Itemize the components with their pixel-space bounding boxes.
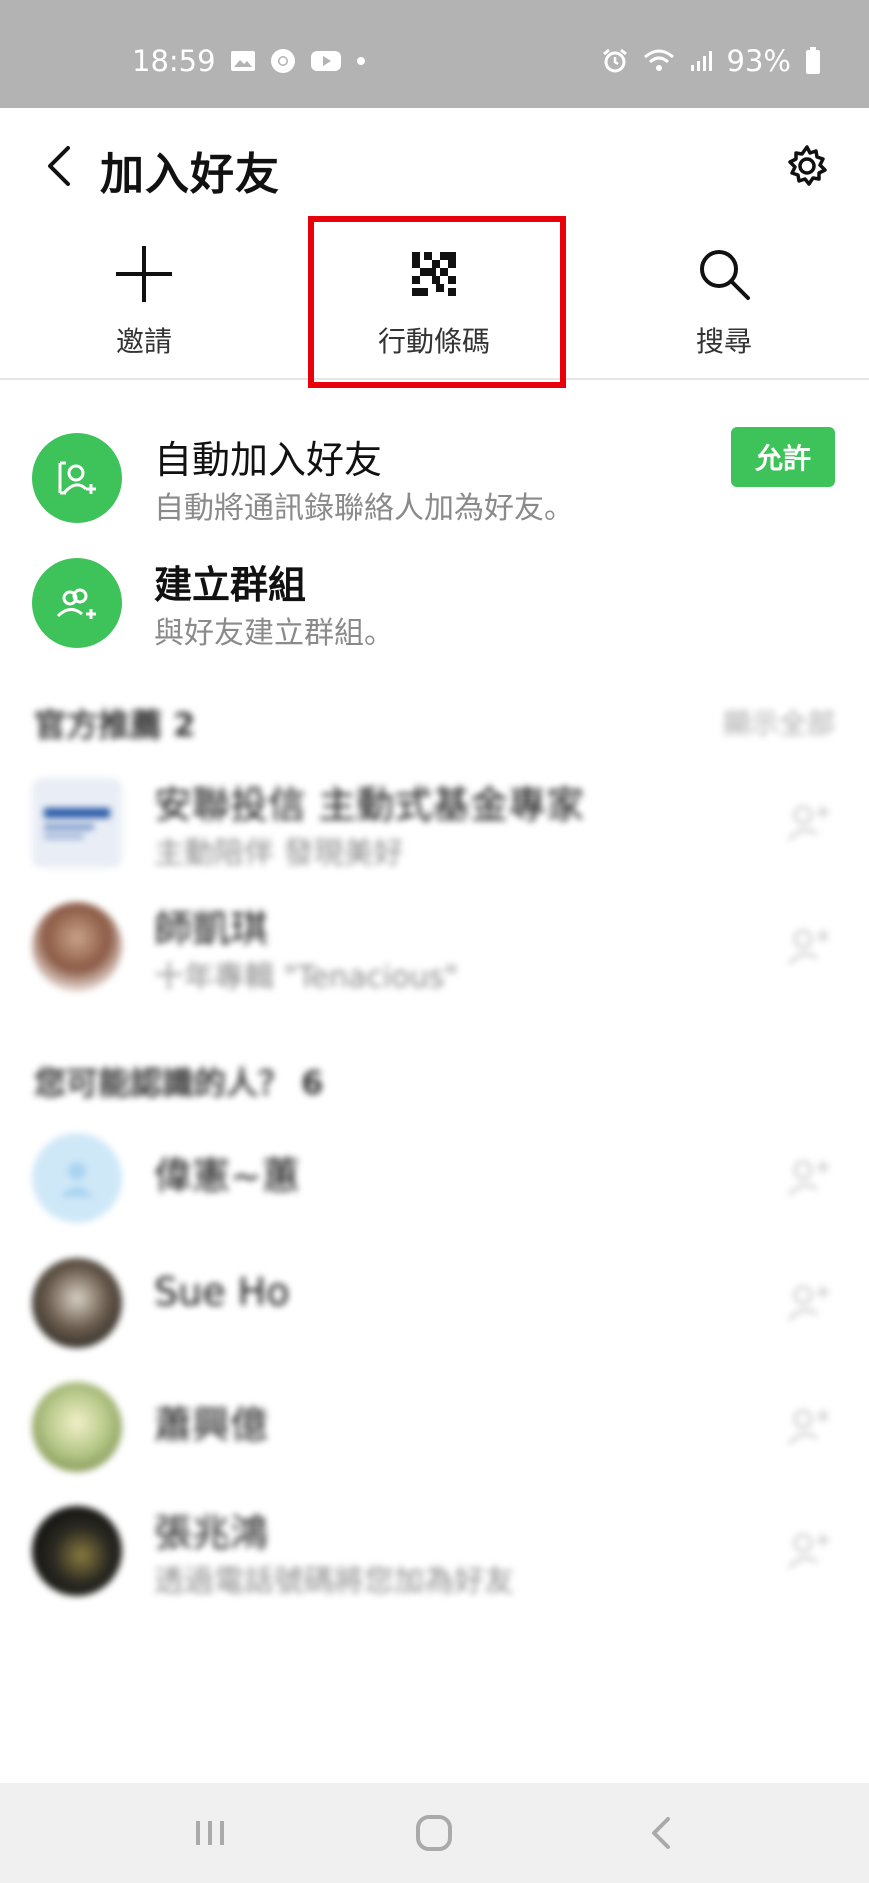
list-item[interactable]: 蕭興億 [0, 1364, 869, 1488]
battery-icon [805, 47, 821, 75]
avatar [32, 902, 122, 992]
suggested-section-title: 您可能認識的人？ 6 [34, 1064, 324, 1102]
auto-add-name: 自動加入好友 [154, 438, 383, 482]
list-item[interactable]: 張兆鴻 透過電話號碼將您加為好友 [0, 1488, 869, 1612]
create-group-name: 建立群組 [154, 563, 307, 607]
invite-label: 邀請 [115, 325, 172, 358]
official-item-sub: 主動陪伴 發現美好 [154, 836, 404, 871]
avatar [32, 778, 122, 868]
show-all-link[interactable]: 顯示全部 [723, 702, 835, 742]
suggested-item-name: 蕭興億 [154, 1403, 269, 1447]
signal-icon [689, 49, 713, 73]
list-item[interactable]: Sue Ho [0, 1240, 869, 1364]
add-friend-icon[interactable] [785, 1528, 831, 1574]
home-icon[interactable] [414, 1813, 454, 1853]
official-item-name: 師凱琪 [154, 907, 269, 951]
page-title: 加入好友 [100, 149, 280, 200]
add-friend-icon[interactable] [785, 1404, 831, 1450]
list-item[interactable]: 安聯投信 主動式基金專家 主動陪伴 發現美好 [0, 760, 869, 884]
list-item[interactable]: 偉憲~蕙 [0, 1115, 869, 1239]
list-item[interactable]: 師凱琪 十年專輯 "Tenacious" [0, 884, 869, 1008]
search-label: 搜尋 [695, 325, 752, 358]
youtube-icon [310, 49, 342, 73]
suggested-item-name: 張兆鴻 [154, 1511, 269, 1555]
avatar [32, 1506, 122, 1596]
avatar [32, 1258, 122, 1348]
auto-add-row[interactable]: 自動加入好友 自動將通訊錄聯絡人加為好友。 允許 [0, 415, 869, 539]
back-icon[interactable] [40, 142, 80, 190]
header: 加入好友 [0, 108, 869, 220]
suggested-item-sub: 透過電話號碼將您加為好友 [154, 1564, 514, 1599]
suggested-item-name: Sue Ho [154, 1270, 290, 1314]
notification-dot-icon [356, 56, 366, 66]
search-button[interactable]: 搜尋 [624, 220, 824, 380]
allow-button[interactable]: 允許 [731, 427, 835, 487]
back-nav-icon[interactable] [642, 1813, 682, 1853]
chrome-icon [270, 48, 296, 74]
battery-percent: 93% [726, 44, 791, 78]
add-friend-icon[interactable] [785, 800, 831, 846]
create-group-icon [32, 558, 122, 648]
auto-add-icon [32, 433, 122, 523]
gallery-icon [230, 49, 256, 73]
add-friend-icon[interactable] [785, 1280, 831, 1326]
create-group-sub: 與好友建立群組。 [154, 616, 394, 651]
system-nav-bar [0, 1783, 869, 1883]
search-icon [694, 244, 754, 304]
invite-button[interactable]: 邀請 [44, 220, 244, 380]
wifi-icon [643, 48, 675, 74]
avatar [32, 1133, 122, 1223]
create-group-row[interactable]: 建立群組 與好友建立群組。 [0, 540, 869, 664]
alarm-icon [601, 47, 629, 75]
recent-apps-icon[interactable] [190, 1813, 230, 1853]
add-friend-icon[interactable] [785, 924, 831, 970]
auto-add-sub: 自動將通訊錄聯絡人加為好友。 [154, 491, 574, 526]
official-section-title: 官方推薦 2 [34, 706, 196, 744]
status-time: 18:59 [132, 44, 216, 78]
suggested-item-name: 偉憲~蕙 [154, 1154, 300, 1198]
official-item-name: 安聯投信 主動式基金專家 [154, 783, 585, 827]
add-friend-icon[interactable] [785, 1155, 831, 1201]
avatar [32, 1382, 122, 1472]
status-bar: 18:59 93% [0, 0, 869, 108]
official-item-sub: 十年專輯 "Tenacious" [154, 960, 459, 995]
plus-icon [114, 244, 174, 304]
highlight-box [308, 216, 566, 388]
gear-icon[interactable] [785, 144, 829, 188]
